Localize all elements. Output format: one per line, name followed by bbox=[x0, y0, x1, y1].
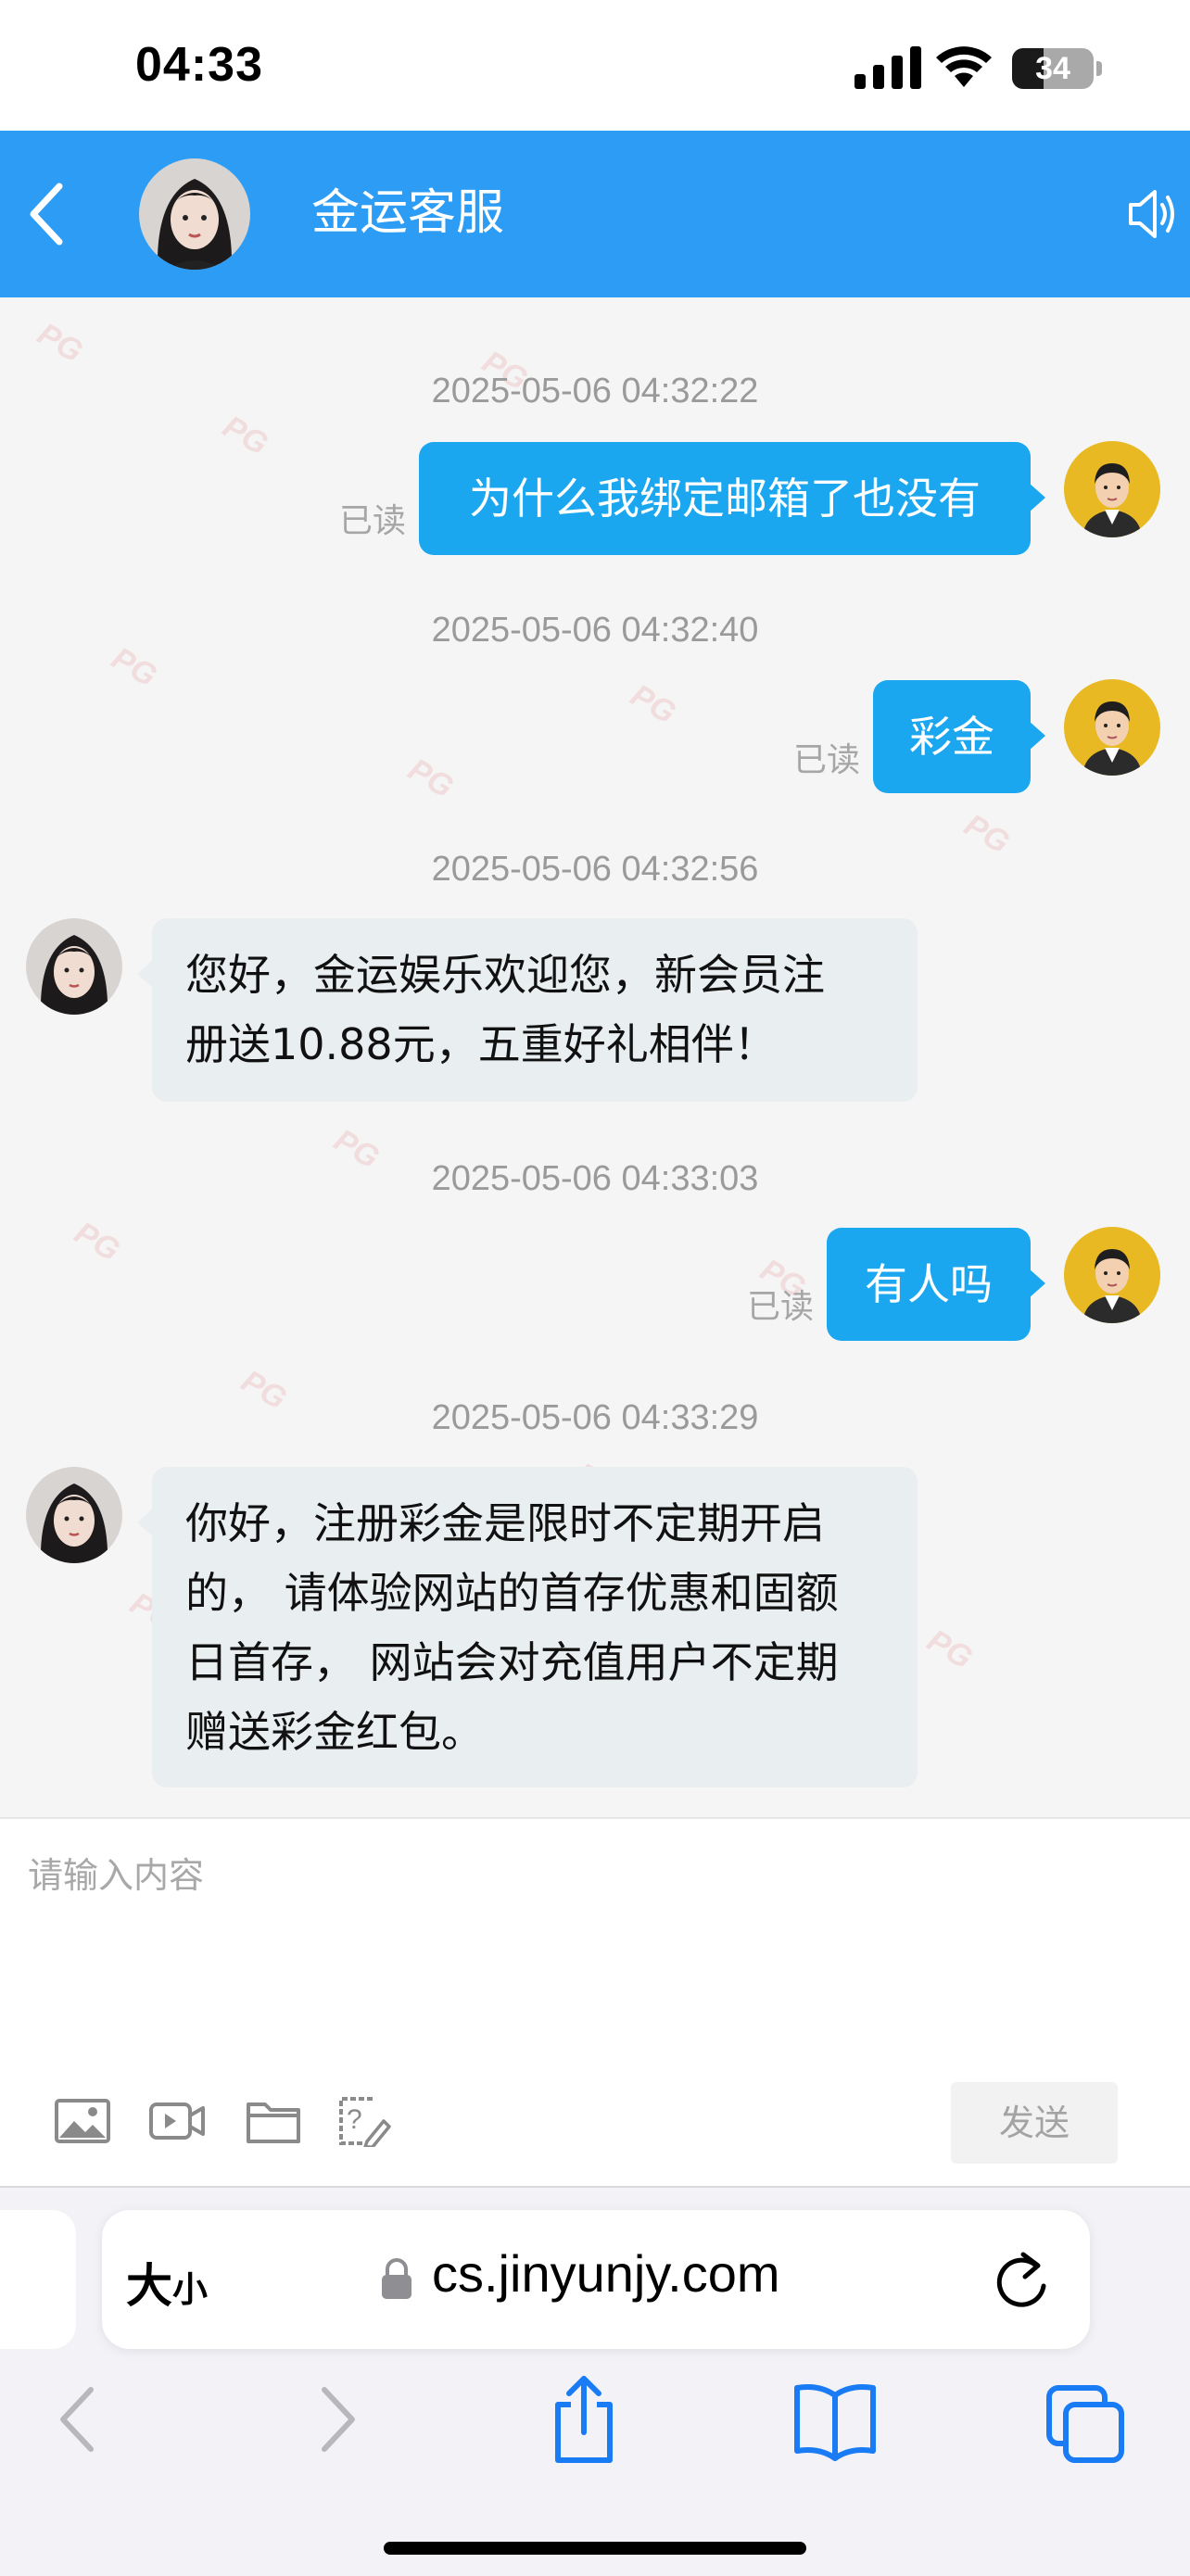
chat-messages[interactable]: PG PG PG PG PG PG PG PG PG PG PG PG PG P… bbox=[0, 297, 1190, 1817]
message-line: 你好，注册彩金是限时不定期开启 bbox=[185, 1498, 825, 1548]
read-status: 已读 bbox=[793, 741, 861, 779]
send-button[interactable]: 发送 bbox=[951, 2082, 1118, 2164]
status-bar: 04:33 34 bbox=[0, 0, 1190, 131]
agent-avatar[interactable] bbox=[139, 158, 250, 270]
message-timestamp: 2025-05-06 04:33:29 bbox=[431, 1398, 759, 1437]
message-line: 日首存， 网站会对充值用户不定期 bbox=[185, 1637, 839, 1687]
message-timestamp: 2025-05-06 04:32:56 bbox=[431, 850, 759, 889]
watermark: PG bbox=[32, 316, 89, 370]
watermark: PG bbox=[69, 1215, 126, 1269]
incoming-message[interactable]: 你好，注册彩金是限时不定期开启 的， 请体验网站的首存优惠和固额 日首存， 网站… bbox=[137, 1467, 918, 1787]
video-icon[interactable] bbox=[148, 2095, 206, 2147]
forward-icon[interactable] bbox=[315, 2373, 360, 2466]
tabs-icon[interactable] bbox=[1044, 2373, 1127, 2466]
agent-avatar[interactable] bbox=[26, 1467, 122, 1563]
user-avatar[interactable] bbox=[1064, 441, 1160, 537]
read-status: 已读 bbox=[747, 1288, 815, 1326]
bookmarks-icon[interactable] bbox=[791, 2373, 879, 2466]
incoming-message[interactable]: 您好，金运娱乐欢迎您，新会员注 册送10.88元，五重好礼相伴！ bbox=[137, 918, 918, 1102]
back-chevron-icon[interactable] bbox=[20, 179, 76, 249]
battery-level: 34 bbox=[1035, 51, 1070, 86]
reload-icon[interactable] bbox=[992, 2249, 1053, 2312]
message-composer: 请输入内容 ? 发送 bbox=[0, 1817, 1190, 2188]
text-size-button[interactable]: 大小 bbox=[126, 2249, 208, 2316]
outgoing-message[interactable]: 有人吗 bbox=[827, 1228, 1045, 1341]
status-time: 04:33 bbox=[135, 38, 263, 92]
wifi-icon bbox=[936, 46, 992, 87]
back-icon[interactable] bbox=[56, 2373, 100, 2466]
battery-icon: 34 bbox=[1012, 48, 1094, 89]
message-input[interactable]: 请输入内容 bbox=[28, 1847, 1158, 2032]
message-line: 册送10.88元，五重好礼相伴！ bbox=[185, 1019, 777, 1069]
image-icon[interactable] bbox=[54, 2095, 111, 2147]
agent-avatar[interactable] bbox=[26, 918, 122, 1015]
outgoing-message[interactable]: 彩金 bbox=[873, 680, 1045, 793]
address-bar[interactable]: 大小 cs.jinyunjy.com bbox=[102, 2210, 1090, 2349]
message-line: 的， 请体验网站的首存优惠和固额 bbox=[185, 1568, 839, 1618]
chat-header: 金运客服 bbox=[0, 131, 1190, 297]
user-avatar[interactable] bbox=[1064, 1227, 1160, 1323]
watermark: PG bbox=[217, 409, 274, 462]
previous-tab[interactable] bbox=[0, 2210, 76, 2349]
browser-toolbar: 大小 cs.jinyunjy.com bbox=[0, 2186, 1190, 2576]
message-line: 您好，金运娱乐欢迎您，新会员注 bbox=[185, 950, 825, 1000]
user-avatar[interactable] bbox=[1064, 679, 1160, 776]
lock-icon bbox=[382, 2258, 411, 2299]
read-status: 已读 bbox=[339, 502, 407, 540]
folder-icon[interactable] bbox=[245, 2095, 302, 2147]
watermark: PG bbox=[921, 1623, 979, 1676]
watermark: PG bbox=[402, 751, 460, 805]
message-timestamp: 2025-05-06 04:32:22 bbox=[431, 372, 759, 410]
url-text: cs.jinyunjy.com bbox=[432, 2244, 780, 2303]
speaker-icon[interactable] bbox=[1127, 184, 1177, 244]
watermark: PG bbox=[625, 677, 682, 731]
share-icon[interactable] bbox=[547, 2373, 621, 2466]
help-edit-icon[interactable]: ? bbox=[335, 2095, 393, 2147]
home-indicator bbox=[384, 2542, 806, 2555]
message-line: 赠送彩金红包。 bbox=[185, 1707, 484, 1757]
message-timestamp: 2025-05-06 04:32:40 bbox=[431, 611, 759, 650]
cellular-signal-icon bbox=[855, 46, 921, 89]
chat-title: 金运客服 bbox=[311, 185, 505, 241]
outgoing-message[interactable]: 为什么我绑定邮箱了也没有 bbox=[419, 442, 1045, 555]
svg-text:?: ? bbox=[347, 2104, 362, 2135]
message-timestamp: 2025-05-06 04:33:03 bbox=[431, 1159, 759, 1198]
